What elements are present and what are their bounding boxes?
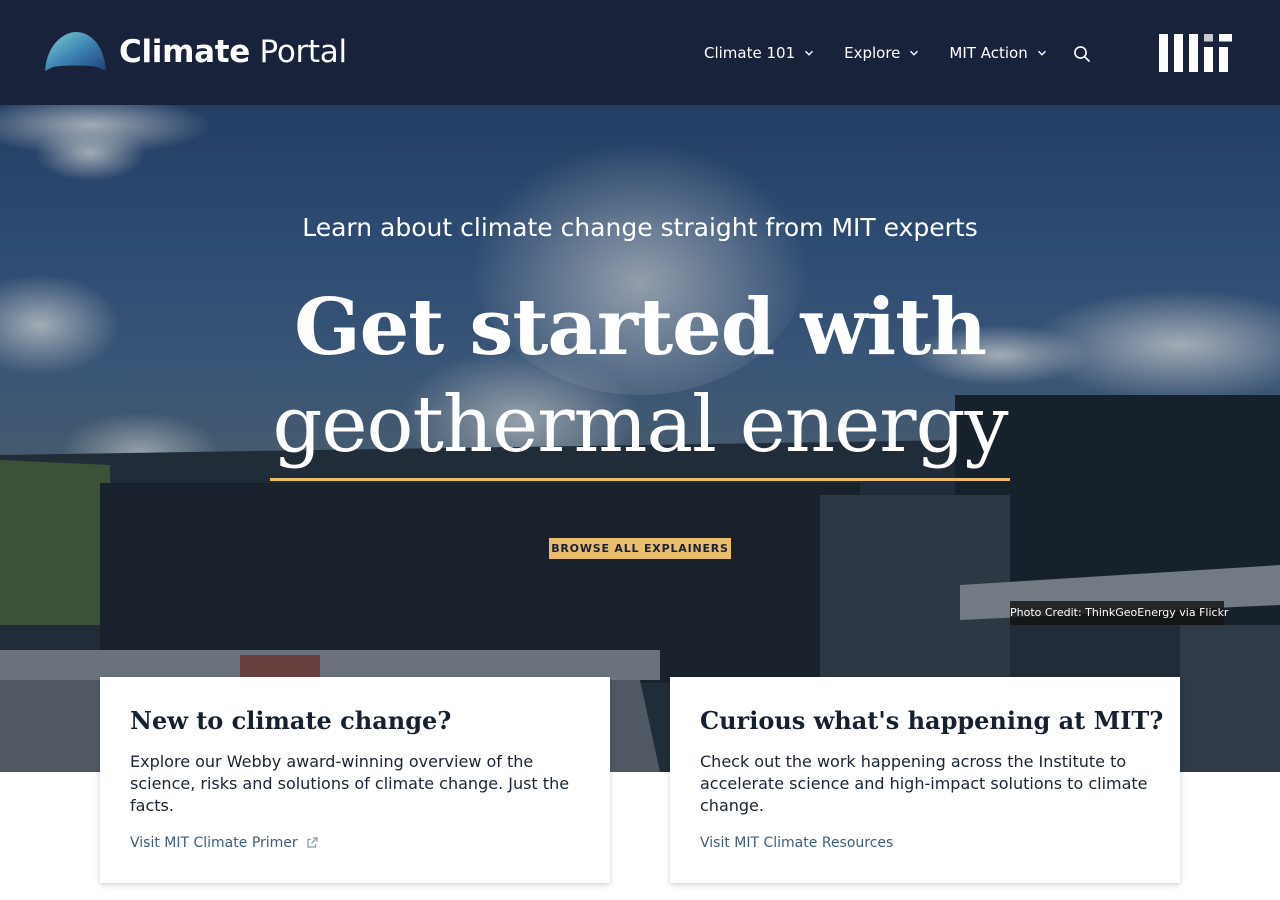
nav-explore[interactable]: Explore — [844, 44, 919, 62]
hero-subtitle: Learn about climate change straight from… — [302, 213, 978, 242]
nav-mit-action-label: MIT Action — [949, 44, 1028, 62]
hero-title-line-1: Get started with — [294, 282, 987, 373]
card-body: Explore our Webby award-winning overview… — [130, 752, 570, 815]
search-icon[interactable] — [1073, 45, 1091, 63]
brand-name-bold: Climate — [119, 34, 250, 70]
climate-portal-logo-icon — [45, 32, 106, 71]
visit-mit-climate-resources-link[interactable]: Visit MIT Climate Resources — [700, 835, 893, 851]
hero-title-line-2[interactable]: geothermal energy — [0, 377, 1280, 473]
card-new-to-climate-change: New to climate change? Explore our Webby… — [100, 677, 610, 883]
card-title: New to climate change? — [130, 706, 452, 735]
chevron-down-icon — [805, 50, 814, 56]
photo-credit: Photo Credit: ThinkGeoEnergy via Flickr — [1010, 601, 1228, 625]
card-link-label: Visit MIT Climate Primer — [130, 835, 298, 851]
main-nav: Climate 101 Explore MIT Action — [704, 40, 1047, 66]
nav-climate-101-label: Climate 101 — [704, 44, 796, 62]
chevron-down-icon — [1037, 50, 1046, 56]
nav-mit-action[interactable]: MIT Action — [949, 44, 1046, 62]
site-header: Climate Portal Climate 101 Explore MIT A… — [0, 0, 1280, 105]
brand-name-light: Portal — [259, 34, 348, 70]
hero-banner: Learn about climate change straight from… — [0, 105, 1280, 772]
browse-all-explainers-button[interactable]: BROWSE ALL EXPLAINERS — [549, 538, 731, 559]
climate-portal-logo[interactable]: Climate Portal — [45, 31, 347, 73]
card-title: Curious what's happening at MIT? — [700, 706, 1164, 735]
card-body: Check out the work happening across the … — [700, 752, 1148, 815]
visit-mit-climate-primer-link[interactable]: Visit MIT Climate Primer — [130, 835, 318, 851]
external-link-icon — [307, 837, 318, 848]
mit-logo[interactable] — [1159, 34, 1232, 72]
hero-title-underline — [270, 478, 1010, 481]
card-link-label: Visit MIT Climate Resources — [700, 835, 894, 851]
chevron-down-icon — [910, 50, 919, 56]
nav-explore-label: Explore — [844, 44, 901, 62]
brand-name: Climate Portal — [119, 31, 347, 73]
card-curious-whats-happening-at-mit: Curious what's happening at MIT? Check o… — [670, 677, 1180, 883]
nav-climate-101[interactable]: Climate 101 — [704, 44, 814, 62]
